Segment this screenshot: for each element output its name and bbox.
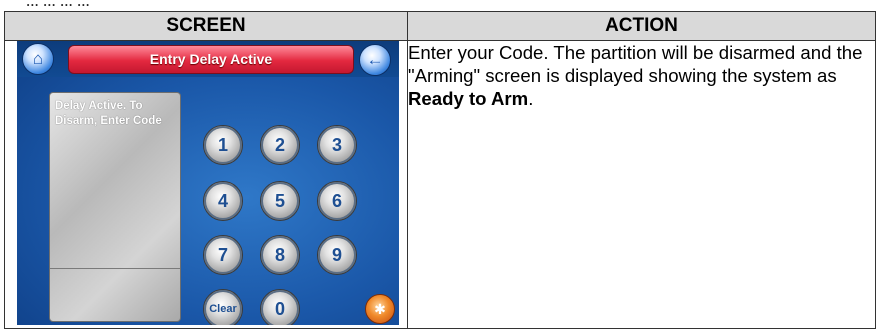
key-9[interactable]: 9: [317, 235, 357, 275]
key-7[interactable]: 7: [203, 235, 243, 275]
key-2[interactable]: 2: [260, 125, 300, 165]
display-message: Delay Active. To Disarm, Enter Code: [55, 100, 162, 127]
table-row: ⌂ Entry Delay Active ← Delay Active. To …: [4, 40, 876, 329]
touchscreen-panel: ⌂ Entry Delay Active ← Delay Active. To …: [17, 41, 399, 325]
key-8[interactable]: 8: [260, 235, 300, 275]
emergency-icon: ✱: [374, 301, 386, 317]
key-clear[interactable]: Clear: [203, 289, 243, 325]
key-0[interactable]: 0: [260, 289, 300, 325]
key-6[interactable]: 6: [317, 181, 357, 221]
action-text: Enter your Code. The partition will be d…: [408, 42, 863, 86]
entry-delay-title: Entry Delay Active: [68, 45, 354, 74]
action-text-end: .: [528, 88, 534, 109]
cut-off-text-line: ... ... ... ...: [26, 0, 90, 10]
instruction-table: SCREEN ACTION ⌂ Entry Delay Active ← Del…: [4, 11, 876, 329]
back-arrow-icon: ←: [366, 50, 384, 69]
key-5[interactable]: 5: [260, 181, 300, 221]
action-text-bold: Ready to Arm: [408, 88, 529, 109]
key-4[interactable]: 4: [203, 181, 243, 221]
emergency-button[interactable]: ✱: [365, 294, 395, 324]
key-3[interactable]: 3: [317, 125, 357, 165]
display-divider: [50, 268, 180, 269]
header-action: ACTION: [407, 11, 876, 41]
key-1[interactable]: 1: [203, 125, 243, 165]
header-screen: SCREEN: [4, 11, 408, 41]
home-icon: ⌂: [32, 49, 44, 68]
code-display: Delay Active. To Disarm, Enter Code: [49, 92, 181, 322]
back-button[interactable]: ←: [359, 44, 391, 76]
action-cell: Enter your Code. The partition will be d…: [407, 40, 876, 329]
screen-cell: ⌂ Entry Delay Active ← Delay Active. To …: [4, 40, 408, 329]
table-header-row: SCREEN ACTION: [4, 11, 876, 41]
home-button[interactable]: ⌂: [22, 43, 54, 75]
